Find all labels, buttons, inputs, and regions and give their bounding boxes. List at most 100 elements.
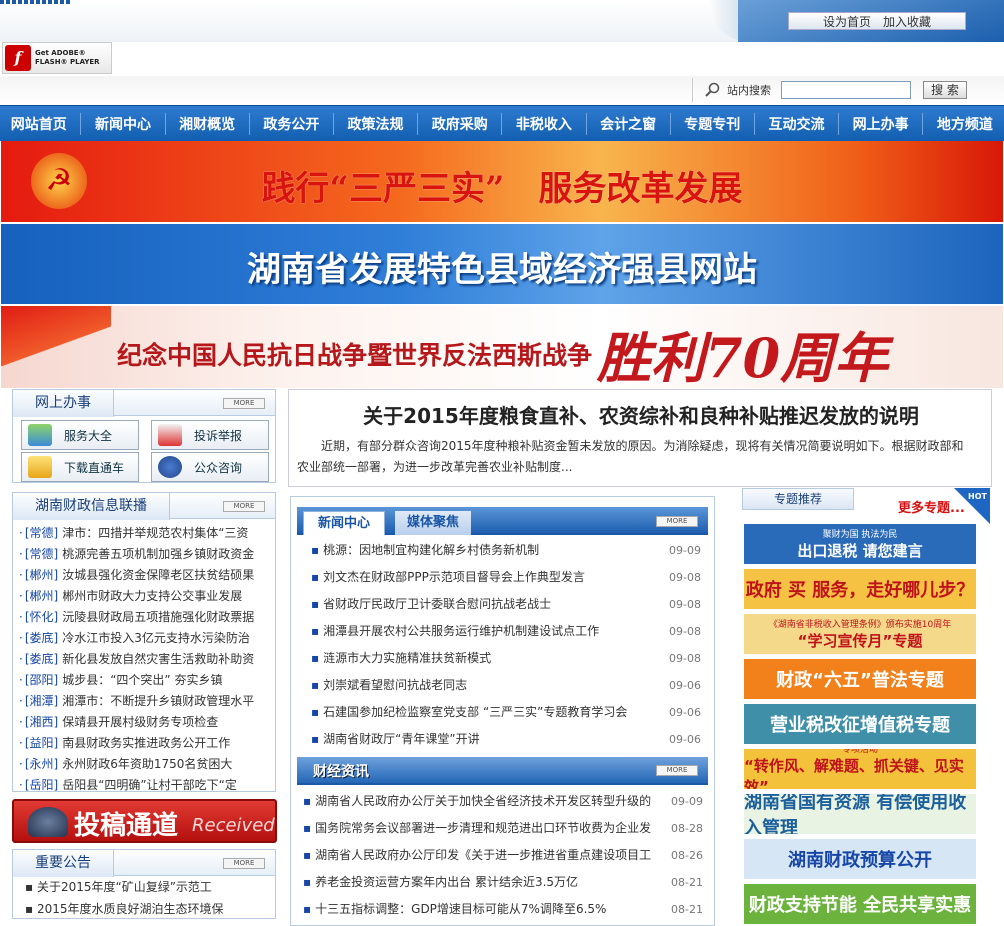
topic-banner[interactable]: 财政“六五”普法专题 xyxy=(744,659,976,699)
city-tag[interactable]: [娄底] xyxy=(25,631,58,645)
news-item[interactable]: ▪ 桃源：因地制宜构建化解乡村债务新机制 09-09 xyxy=(311,537,701,564)
set-home-link[interactable]: 设为首页 xyxy=(823,13,871,30)
banner-three-stricts[interactable]: ☭ 践行“三严三实” 服务改革发展 xyxy=(1,141,1003,222)
main-nav: 网站首页 新闻中心 湘财概览 政务公开 政策法规 政府采购 非税收入 会计之窗 … xyxy=(0,105,1004,141)
complaint-button[interactable]: 投诉举报 xyxy=(151,420,269,450)
nav-item-home[interactable]: 网站首页 xyxy=(11,114,67,134)
topic-title: 湖南财政预算公开 xyxy=(788,850,932,871)
nav-item-interaction[interactable]: 互动交流 xyxy=(768,114,824,134)
banner-victory-70[interactable]: 纪念中国人民抗日战争暨世界反法西斯战争 胜利70周年 xyxy=(1,306,1003,388)
top-links: 设为首页 加入收藏 xyxy=(788,12,966,30)
finance-more-button[interactable]: MORE xyxy=(656,765,698,776)
list-item[interactable]: · [湘西] 保靖县开展村级财务专项检查 xyxy=(13,712,275,733)
city-tag[interactable]: [益阳] xyxy=(25,736,58,750)
online-more-button[interactable]: MORE xyxy=(223,398,265,409)
finance-item[interactable]: ▪ 湖南省人民政府办公厅印发《关于进一步推进省重点建设项目工 08-26 xyxy=(303,842,703,869)
topics-title: 专题推荐 xyxy=(742,488,854,510)
headline-title[interactable]: 关于2015年度粮食直补、农资综补和良种补贴推迟发放的说明 xyxy=(289,400,993,429)
topic-banner[interactable]: 专项活动 “转作风、解难题、抓关键、见实效” xyxy=(744,749,976,789)
important-more-button[interactable]: MORE xyxy=(223,858,265,869)
list-item[interactable]: · [怀化] 沅陵县财政局五项措施强化财政票据 xyxy=(13,607,275,628)
site-search: 站内搜索 搜 索 xyxy=(692,78,1004,102)
finance-item[interactable]: ▪ 养老金投资运营方案年内出台 累计结余近3.5万亿 08-21 xyxy=(303,869,703,896)
person-icon xyxy=(158,456,182,478)
topic-banner[interactable]: 营业税改征增值税专题 xyxy=(744,704,976,744)
submission-en: Received xyxy=(192,815,275,836)
nav-item-online[interactable]: 网上办事 xyxy=(853,114,909,134)
news-item[interactable]: ▪ 刘文杰在财政部PPP示范项目督导会上作典型发言 09-08 xyxy=(311,564,701,591)
add-favorite-link[interactable]: 加入收藏 xyxy=(883,13,931,30)
list-item[interactable]: · [湘潭] 湘潭市：不断提升乡镇财政管理水平 xyxy=(13,691,275,712)
topic-title: 出口退税 请您建言 xyxy=(797,542,923,560)
news-item[interactable]: ▪ 涟源市大力实施精准扶贫新模式 09-08 xyxy=(311,645,701,672)
banner1-text: 践行“三严三实” 服务改革发展 xyxy=(261,169,743,209)
news-more-button[interactable]: MORE xyxy=(656,516,698,527)
news-item[interactable]: ▪ 刘崇斌看望慰问抗战老同志 09-06 xyxy=(311,672,701,699)
nav-item-local[interactable]: 地方频道 xyxy=(937,114,993,134)
nav-item-topics[interactable]: 专题专刊 xyxy=(684,114,740,134)
list-item[interactable]: · [邵阳] 城步县：“四个突出” 夯实乡镇 xyxy=(13,670,275,691)
broadcast-more-button[interactable]: MORE xyxy=(223,501,265,512)
news-item[interactable]: ▪ 湘潭县开展农村公共服务运行维护机制建设试点工作 09-08 xyxy=(311,618,701,645)
list-item[interactable]: · [岳阳] 岳阳县“四明确”让村干部吃下“定 xyxy=(13,775,275,796)
tab-news-center[interactable]: 新闻中心 xyxy=(303,511,386,535)
news-item[interactable]: ▪ 省财政厅民政厅卫计委联合慰问抗战老战士 09-08 xyxy=(311,591,701,618)
nav-item-policy[interactable]: 政策法规 xyxy=(348,114,404,134)
finance-item[interactable]: ▪ 十三五指标调整：GDP增速目标可能从7%调降至6.5% 08-21 xyxy=(303,896,703,923)
more-topics-link[interactable]: 更多专题... xyxy=(898,497,965,516)
tab-media-focus[interactable]: 媒体聚焦 xyxy=(395,511,472,535)
search-input[interactable] xyxy=(781,81,911,99)
nav-item-affairs[interactable]: 政务公开 xyxy=(263,114,319,134)
topic-banner[interactable]: 湖南财政预算公开 xyxy=(744,839,976,879)
list-item[interactable]: · [永州] 永州财政6年资助1750名贫困大 xyxy=(13,754,275,775)
city-tag[interactable]: [常德] xyxy=(25,547,58,561)
city-tag[interactable]: [邵阳] xyxy=(25,673,58,687)
topic-tag: 聚财为国 执法为民 xyxy=(822,530,898,540)
nav-item-overview[interactable]: 湘财概览 xyxy=(179,114,235,134)
city-tag[interactable]: [湘西] xyxy=(25,715,58,729)
list-item[interactable]: · [娄底] 冷水江市投入3亿元支持水污染防治 xyxy=(13,628,275,649)
nav-item-accounting[interactable]: 会计之窗 xyxy=(600,114,656,134)
city-tag[interactable]: [怀化] xyxy=(25,610,58,624)
city-tag[interactable]: [湘潭] xyxy=(25,694,58,708)
city-tag[interactable]: [岳阳] xyxy=(25,778,58,792)
finance-item[interactable]: ▪ 湖南省人民政府办公厅关于加快全省经济技术开发区转型升级的 09-09 xyxy=(303,788,703,815)
consult-button[interactable]: 公众咨询 xyxy=(151,452,269,482)
banner-county-economy[interactable]: 湖南省发展特色县域经济强县网站 xyxy=(1,224,1003,304)
nav-item-news[interactable]: 新闻中心 xyxy=(95,114,151,134)
city-tag[interactable]: [常德] xyxy=(25,526,58,540)
list-item[interactable]: ▪ 关于2015年度“矿山复绿”示范工 xyxy=(13,876,275,898)
finance-item[interactable]: ▪ 国务院常务会议部署进一步清理和规范进出口环节收费为企业发 08-28 xyxy=(303,815,703,842)
city-tag[interactable]: [永州] xyxy=(25,757,58,771)
nav-item-nontax[interactable]: 非税收入 xyxy=(516,114,572,134)
submission-channel-banner[interactable]: 投稿通道 Received xyxy=(12,799,277,843)
nav-item-procurement[interactable]: 政府采购 xyxy=(432,114,488,134)
list-item[interactable]: ▪ 2015年度水质良好湖泊生态环境保 xyxy=(13,898,275,920)
topic-banner[interactable]: 《湖南省非税收入管理条例》颁布实施10周年 “学习宣传月”专题 xyxy=(744,614,976,654)
list-item[interactable]: · [益阳] 南县财政务实推进政务公开工作 xyxy=(13,733,275,754)
news-tabs: 新闻中心 媒体聚焦 MORE xyxy=(297,507,708,535)
city-tag[interactable]: [郴州] xyxy=(25,568,58,582)
topic-banner[interactable]: 财政支持节能 全民共享实惠 xyxy=(744,884,976,924)
list-item[interactable]: · [郴州] 汝城县强化资金保障老区扶贫结硕果 xyxy=(13,565,275,586)
city-tag[interactable]: [郴州] xyxy=(25,589,58,603)
news-item[interactable]: ▪ 湖南省财政厅“青年课堂”开讲 09-06 xyxy=(311,726,701,753)
list-item[interactable]: · [常德] 桃源完善五项机制加强乡镇财政资金 xyxy=(13,544,275,565)
list-item[interactable]: · [娄底] 新化县发放自然灾害生活救助补助资 xyxy=(13,649,275,670)
list-item[interactable]: · [常德] 津市：四措并举规范农村集体“三资 xyxy=(13,523,275,544)
topic-banner[interactable]: 政府 买 服务，走好哪儿步？ xyxy=(744,569,976,609)
topic-title: “学习宣传月”专题 xyxy=(797,632,923,650)
news-item[interactable]: ▪ 石建国参加纪检监察室党支部 “三严三实”专题教育学习会 09-06 xyxy=(311,699,701,726)
get-flash-player-badge[interactable]: f Get ADOBE® FLASH® PLAYER xyxy=(2,42,112,74)
city-tag[interactable]: [娄底] xyxy=(25,652,58,666)
finance-broadcast-panel: 湖南财政信息联播 MORE · [常德] 津市：四措并举规范农村集体“三资 · [常德] 桃… xyxy=(12,492,276,792)
important-title: 重要公告 xyxy=(13,850,114,877)
download-button[interactable]: 下载直通车 xyxy=(21,452,139,482)
list-item[interactable]: · [郴州] 郴州市财政大力支持公交事业发展 xyxy=(13,586,275,607)
search-button[interactable]: 搜 索 xyxy=(923,81,967,99)
flash-icon: f xyxy=(5,45,31,71)
topic-banner[interactable]: 湖南省国有资源 有偿使用收入管理 xyxy=(744,794,976,834)
service-catalog-button[interactable]: 服务大全 xyxy=(21,420,139,450)
topic-banner[interactable]: 聚财为国 执法为民出口退税 请您建言 xyxy=(744,524,976,564)
topic-title: 政府 买 服务，走好哪儿步？ xyxy=(745,580,975,601)
